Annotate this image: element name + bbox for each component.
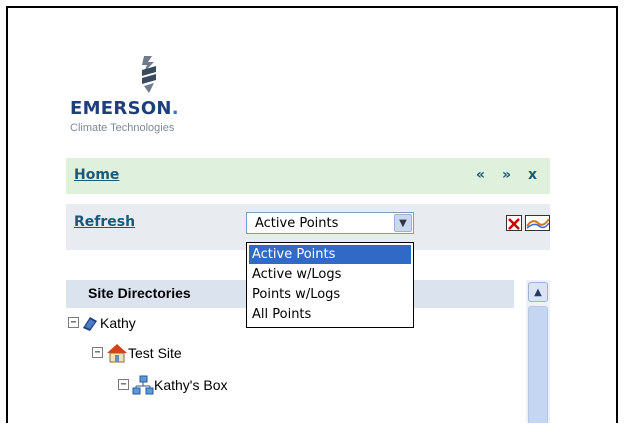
house-icon — [106, 343, 127, 363]
chevron-down-icon[interactable]: ▼ — [394, 214, 412, 232]
dropdown-option-points-w-logs[interactable]: Points w/Logs — [249, 285, 411, 304]
tree-node-label: Test Site — [128, 345, 182, 361]
scroll-up-icon[interactable]: ▲ — [528, 282, 548, 302]
checkbox-icon[interactable] — [506, 215, 522, 231]
refresh-link[interactable]: Refresh — [74, 214, 135, 230]
brand-name: EMERSON. — [70, 98, 179, 119]
dropdown-option-all-points[interactable]: All Points — [249, 305, 411, 324]
window-frame: EMERSON. Climate Technologies Home « » x… — [6, 6, 618, 423]
site-directories-title: Site Directories — [88, 285, 191, 301]
collapse-toggle-icon[interactable]: − — [92, 347, 103, 358]
brand-tagline: Climate Technologies — [70, 122, 175, 134]
collapse-left-icon[interactable]: « — [476, 167, 485, 183]
home-bar: Home « » x — [66, 158, 550, 194]
scroll-thumb[interactable] — [528, 306, 548, 423]
select-value: Active Points — [255, 216, 339, 231]
network-icon — [132, 375, 154, 395]
points-filter-select[interactable]: Active Points ▼ — [246, 212, 414, 234]
book-icon — [80, 313, 100, 333]
dropdown-option-active-points[interactable]: Active Points — [249, 245, 411, 264]
tree-node-label: Kathy — [100, 315, 136, 331]
emerson-logo: EMERSON. Climate Technologies — [70, 56, 230, 146]
close-icon[interactable]: x — [528, 167, 537, 183]
collapse-toggle-icon[interactable]: − — [118, 379, 129, 390]
chart-icon[interactable] — [525, 215, 550, 231]
collapse-toggle-icon[interactable]: − — [68, 317, 79, 328]
home-link[interactable]: Home — [74, 167, 119, 183]
emerson-logo-icon — [142, 56, 156, 93]
expand-right-icon[interactable]: » — [502, 167, 511, 183]
tree-scrollbar[interactable]: ▲ — [526, 280, 550, 423]
points-filter-dropdown: Active Points Active w/Logs Points w/Log… — [246, 242, 414, 328]
tree-node-label: Kathy's Box — [154, 377, 228, 393]
dropdown-option-active-w-logs[interactable]: Active w/Logs — [249, 265, 411, 284]
